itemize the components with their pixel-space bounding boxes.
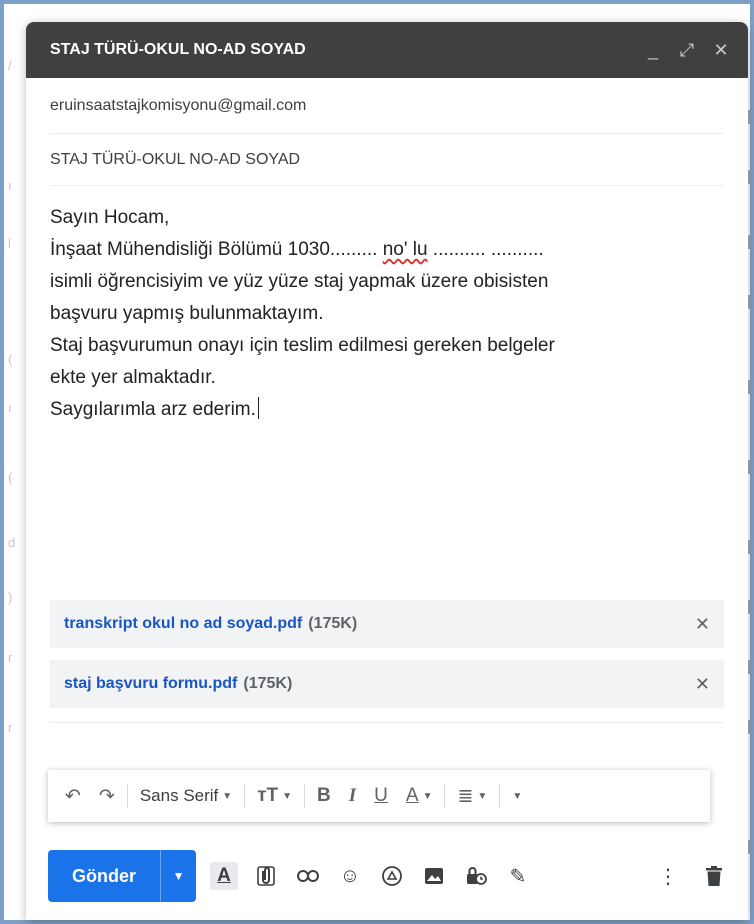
compose-bottom-bar: Gönder ▼ A ☺ ✎ ⋮	[48, 848, 728, 904]
compose-titlebar: STAJ TÜRÜ-OKUL NO-AD SOYAD _ ⤢ ✕	[26, 22, 748, 78]
text-color-button[interactable]: A ▼	[397, 785, 442, 807]
toolbar-divider	[126, 784, 128, 808]
body-line: Staj başvurumun onayı için teslim edilme…	[50, 335, 555, 356]
discard-draft-icon[interactable]	[700, 862, 728, 890]
minimize-icon[interactable]: _	[644, 40, 662, 61]
chevron-down-icon: ▼	[477, 790, 488, 802]
close-icon[interactable]: ✕	[712, 40, 730, 61]
italic-button[interactable]: I	[340, 785, 365, 807]
attach-file-icon[interactable]	[252, 862, 280, 890]
confidential-mode-icon[interactable]	[462, 862, 490, 890]
underline-button[interactable]: U	[365, 785, 397, 807]
attachment-chip[interactable]: transkript okul no ad soyad.pdf (175K) ✕	[50, 600, 724, 648]
body-line: Saygılarımla arz ederim.	[50, 394, 722, 426]
text-caret	[257, 397, 260, 419]
more-options-icon[interactable]: ⋮	[654, 862, 682, 890]
format-area	[50, 722, 724, 772]
background-page-left: / ı l ( ı ( d ) r r	[8, 58, 16, 735]
send-button-group: Gönder ▼	[48, 850, 197, 902]
remove-attachment-icon[interactable]: ✕	[695, 674, 710, 695]
chevron-down-icon: ▼	[422, 790, 433, 802]
google-drive-icon	[382, 866, 402, 886]
body-line: isimli öğrencisiyim ve yüz yüze staj yap…	[50, 271, 549, 292]
to-field[interactable]: eruinsaatstajkomisyonu@gmail.com	[50, 78, 724, 134]
insert-photo-icon[interactable]	[420, 862, 448, 890]
body-line: İnşaat Mühendisliği Bölümü 1030.........…	[50, 239, 544, 260]
toolbar-divider	[499, 784, 501, 808]
text-size-icon: ᴛT	[257, 785, 279, 806]
more-formatting-button[interactable]: ▼	[503, 791, 531, 802]
subject-field[interactable]: STAJ TÜRÜ-OKUL NO-AD SOYAD	[50, 134, 724, 186]
send-button[interactable]: Gönder	[48, 850, 160, 902]
attachment-name[interactable]: transkript okul no ad soyad.pdf	[64, 615, 302, 633]
chevron-down-icon: ▼	[222, 790, 233, 802]
link-icon	[297, 870, 320, 882]
align-button[interactable]: ≣ ▼	[448, 785, 496, 808]
body-line: ekte yer almaktadır.	[50, 367, 216, 388]
emoji-icon[interactable]: ☺	[336, 862, 364, 890]
undo-icon[interactable]: ↶	[56, 785, 90, 808]
send-options-icon[interactable]: ▼	[160, 850, 196, 902]
attachment-size: (175K)	[308, 615, 358, 632]
misspelled-word[interactable]: no' lu	[383, 239, 428, 260]
formatting-toolbar: ↶ ↷ Sans Serif ▼ ᴛT ▼ B I U A ▼ ≣ ▼ ▼	[48, 770, 710, 822]
body-line: başvuru yapmış bulunmaktayım.	[50, 303, 324, 324]
toolbar-divider	[444, 784, 446, 808]
attachment-chip[interactable]: staj başvuru formu.pdf (175K) ✕	[50, 660, 724, 708]
lock-clock-icon	[467, 867, 487, 885]
compose-window: STAJ TÜRÜ-OKUL NO-AD SOYAD _ ⤢ ✕ eruinsa…	[26, 22, 748, 920]
image-icon	[425, 868, 444, 884]
bold-button[interactable]: B	[308, 785, 340, 807]
trash-icon	[706, 866, 722, 886]
expand-icon[interactable]: ⤢	[678, 40, 696, 61]
compose-title: STAJ TÜRÜ-OKUL NO-AD SOYAD	[50, 41, 306, 58]
signature-pen-icon[interactable]: ✎	[504, 862, 532, 890]
chevron-down-icon: ▼	[282, 790, 293, 802]
attachment-name[interactable]: staj başvuru formu.pdf	[64, 675, 237, 693]
attachment-size: (175K)	[243, 675, 293, 692]
body-line: Sayın Hocam,	[50, 207, 170, 228]
message-body[interactable]: Sayın Hocam, İnşaat Mühendisliği Bölümü …	[26, 186, 748, 600]
align-left-icon: ≣	[457, 785, 474, 807]
toolbar-divider	[304, 784, 306, 808]
remove-attachment-icon[interactable]: ✕	[695, 614, 710, 635]
insert-link-icon[interactable]	[294, 862, 322, 890]
font-size-button[interactable]: ᴛT ▼	[248, 785, 301, 807]
paperclip-icon	[257, 866, 275, 886]
drive-icon[interactable]	[378, 862, 406, 890]
toolbar-divider	[244, 784, 246, 808]
font-family-select[interactable]: Sans Serif ▼	[131, 786, 241, 806]
chevron-down-icon: ▼	[512, 790, 523, 802]
redo-icon[interactable]: ↷	[90, 785, 124, 808]
formatting-options-icon[interactable]: A	[210, 862, 239, 890]
